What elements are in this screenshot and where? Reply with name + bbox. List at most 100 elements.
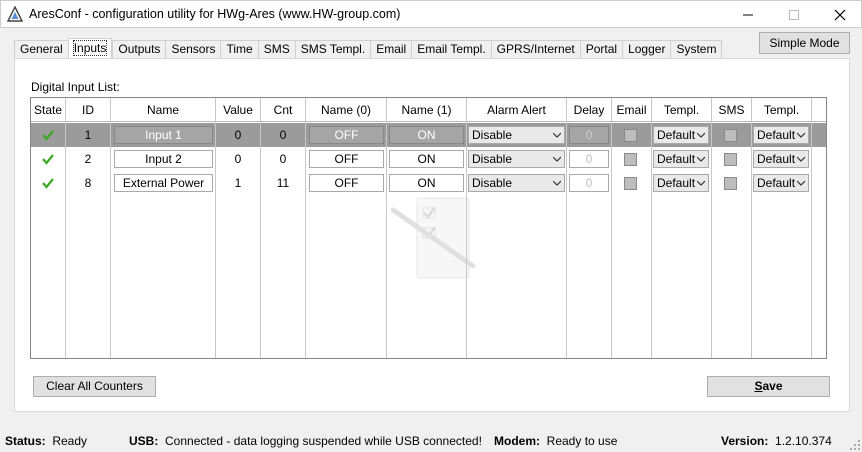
- chevron-down-icon: [553, 180, 561, 186]
- clipboard-watermark-icon: [390, 197, 476, 279]
- version-section: Version: 1.2.10.374: [721, 434, 832, 448]
- delay-field[interactable]: 0: [569, 126, 609, 144]
- tab-time[interactable]: Time: [220, 40, 258, 59]
- tab-portal[interactable]: Portal: [579, 40, 623, 59]
- col-sms[interactable]: SMS: [712, 98, 751, 122]
- sms-checkbox[interactable]: [724, 153, 737, 166]
- delay-field[interactable]: 0: [569, 150, 609, 168]
- cell-cnt: 11: [276, 176, 290, 190]
- sms-checkbox[interactable]: [724, 129, 737, 142]
- col-delay[interactable]: Delay: [567, 98, 611, 122]
- tab-gprs-internet[interactable]: GPRS/Internet: [490, 40, 580, 59]
- cell-id: 2: [84, 152, 92, 166]
- inputs-panel: Digital Input List: State ID Name Value …: [14, 58, 850, 412]
- tab-general[interactable]: General: [14, 40, 68, 59]
- maximize-icon: [789, 10, 799, 20]
- cell-value: 1: [234, 176, 242, 190]
- name-field[interactable]: External Power: [114, 174, 213, 192]
- tab-sms-templ[interactable]: SMS Templ.: [294, 40, 371, 59]
- resize-grip-icon[interactable]: [850, 440, 860, 450]
- cell-cnt: 0: [279, 128, 287, 142]
- cell-id: 1: [84, 128, 92, 142]
- cell-value: 0: [234, 128, 242, 142]
- email-checkbox[interactable]: [624, 153, 637, 166]
- col-templ-email[interactable]: Templ.: [652, 98, 711, 122]
- col-email[interactable]: Email: [612, 98, 651, 122]
- email-template-select[interactable]: Default: [653, 126, 709, 144]
- tab-inputs[interactable]: Inputs: [67, 38, 113, 59]
- name0-field[interactable]: OFF: [309, 174, 384, 192]
- tab-system[interactable]: System: [670, 40, 723, 59]
- minimize-icon: [743, 14, 753, 16]
- table-row[interactable]: 1 Input 1 0 0 OFF ON Disable 0 Default Default: [31, 123, 826, 147]
- chevron-down-icon: [697, 180, 705, 186]
- close-button[interactable]: [817, 1, 862, 29]
- status-bar: Status: Ready USB: Connected - data logg…: [0, 431, 862, 452]
- digital-input-list-label: Digital Input List:: [31, 80, 120, 94]
- clear-all-counters-button[interactable]: Clear All Counters: [33, 376, 156, 397]
- name1-field[interactable]: ON: [389, 174, 464, 192]
- email-template-select[interactable]: Default: [653, 174, 709, 192]
- sms-template-select[interactable]: Default: [753, 174, 809, 192]
- digital-input-grid[interactable]: State ID Name Value Cnt Name (0) Name (1…: [30, 97, 827, 359]
- col-name1[interactable]: Name (1): [387, 98, 466, 122]
- tab-email[interactable]: Email: [370, 40, 412, 59]
- email-checkbox[interactable]: [624, 129, 637, 142]
- chevron-down-icon: [553, 156, 561, 162]
- name1-field[interactable]: ON: [389, 150, 464, 168]
- table-row[interactable]: 8 External Power 1 11 OFF ON Disable 0 Default De…: [31, 171, 826, 195]
- sms-template-select[interactable]: Default: [753, 126, 809, 144]
- col-id[interactable]: ID: [66, 98, 110, 122]
- chevron-down-icon: [797, 132, 805, 138]
- cell-value: 0: [234, 152, 242, 166]
- simple-mode-button[interactable]: Simple Mode: [759, 32, 850, 54]
- cell-id: 8: [84, 176, 92, 190]
- alarm-alert-select[interactable]: Disable: [468, 174, 565, 192]
- col-cnt[interactable]: Cnt: [261, 98, 305, 122]
- sms-checkbox[interactable]: [724, 177, 737, 190]
- title-bar: AresConf - configuration utility for HWg…: [0, 0, 862, 28]
- alarm-alert-select[interactable]: Disable: [468, 126, 565, 144]
- grid-header: State ID Name Value Cnt Name (0) Name (1…: [31, 98, 826, 122]
- col-value[interactable]: Value: [216, 98, 260, 122]
- tab-sms[interactable]: SMS: [257, 40, 295, 59]
- name-field[interactable]: Input 1: [114, 126, 213, 144]
- alarm-alert-select[interactable]: Disable: [468, 150, 565, 168]
- chevron-down-icon: [553, 132, 561, 138]
- close-icon: [834, 9, 846, 21]
- email-template-select[interactable]: Default: [653, 150, 709, 168]
- name-field[interactable]: Input 2: [114, 150, 213, 168]
- chevron-down-icon: [697, 156, 705, 162]
- name1-field[interactable]: ON: [389, 126, 464, 144]
- state-ok-check-icon: [42, 130, 54, 141]
- tab-outputs[interactable]: Outputs: [112, 40, 166, 59]
- delay-field[interactable]: 0: [569, 174, 609, 192]
- col-name0[interactable]: Name (0): [306, 98, 386, 122]
- tab-email-templ[interactable]: Email Templ.: [411, 40, 491, 59]
- state-ok-check-icon: [42, 178, 54, 189]
- save-button[interactable]: Save: [707, 376, 830, 397]
- app-logo-icon: [7, 6, 23, 22]
- minimize-button[interactable]: [725, 1, 771, 29]
- tab-logger[interactable]: Logger: [622, 40, 671, 59]
- chevron-down-icon: [797, 156, 805, 162]
- sms-template-select[interactable]: Default: [753, 150, 809, 168]
- name0-field[interactable]: OFF: [309, 150, 384, 168]
- col-state[interactable]: State: [31, 98, 65, 122]
- email-checkbox[interactable]: [624, 177, 637, 190]
- cell-cnt: 0: [279, 152, 287, 166]
- status-section: Status: Ready: [5, 434, 88, 448]
- chevron-down-icon: [797, 180, 805, 186]
- chevron-down-icon: [697, 132, 705, 138]
- maximize-button[interactable]: [771, 1, 817, 29]
- col-alarm-alert[interactable]: Alarm Alert: [467, 98, 566, 122]
- tab-sensors[interactable]: Sensors: [165, 40, 221, 59]
- state-ok-check-icon: [42, 154, 54, 165]
- usb-section: USB: Connected - data logging suspended …: [129, 434, 482, 448]
- col-name[interactable]: Name: [111, 98, 215, 122]
- table-row[interactable]: 2 Input 2 0 0 OFF ON Disable 0 Default Default: [31, 147, 826, 171]
- col-templ-sms[interactable]: Templ.: [752, 98, 811, 122]
- window-title: AresConf - configuration utility for HWg…: [29, 7, 401, 21]
- tab-strip: General Inputs Outputs Sensors Time SMS …: [14, 38, 723, 59]
- name0-field[interactable]: OFF: [309, 126, 384, 144]
